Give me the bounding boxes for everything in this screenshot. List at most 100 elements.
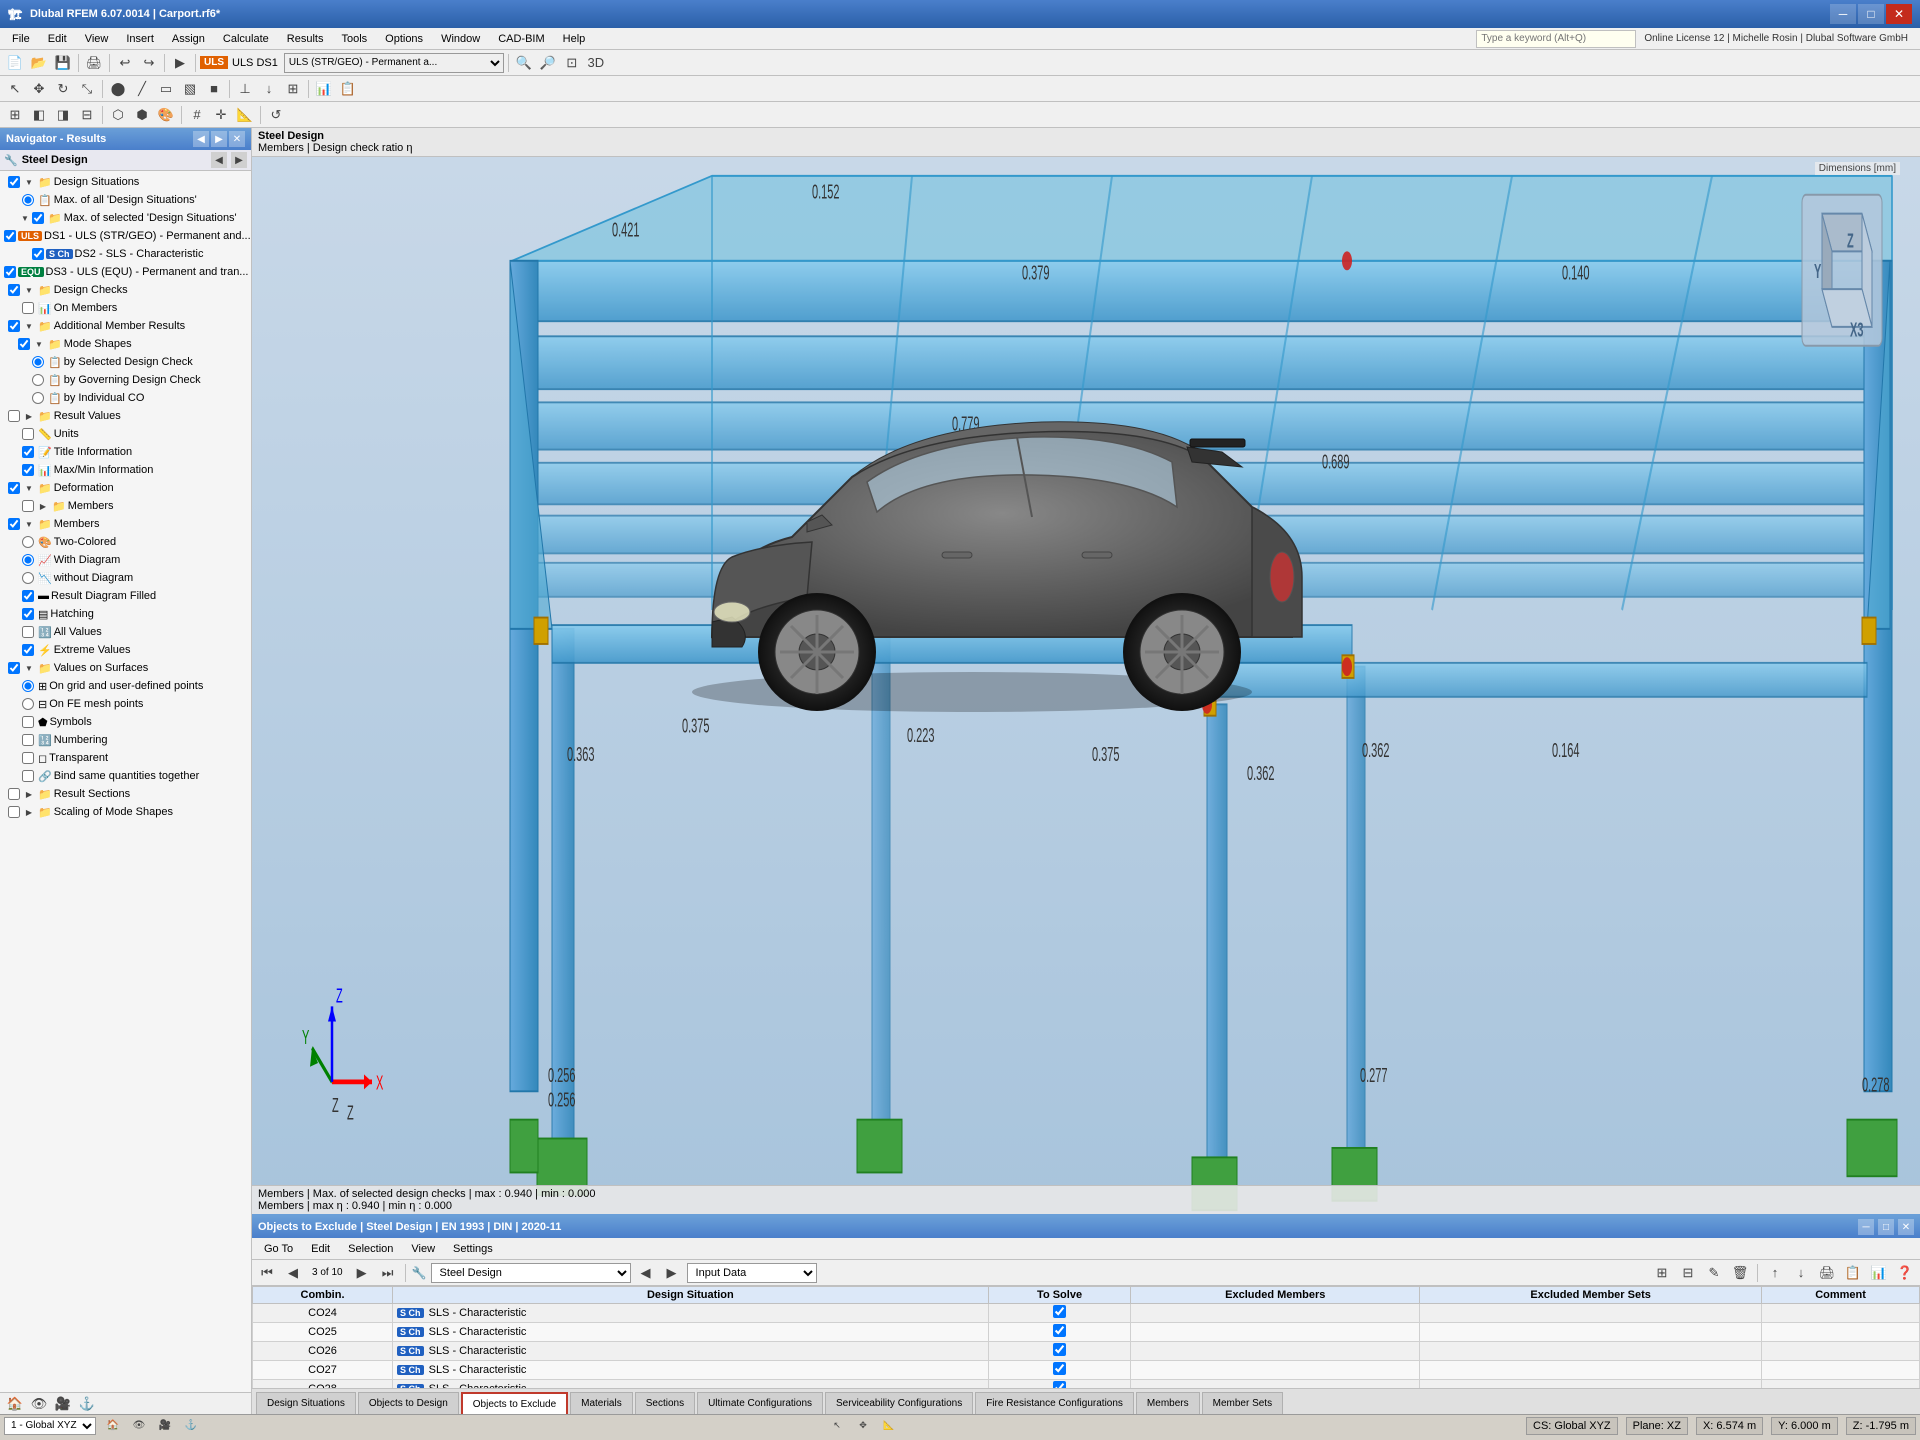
ote-action1[interactable]: ⊞ (1651, 1262, 1673, 1284)
tree-with-diagram[interactable]: 📈 With Diagram (0, 551, 251, 569)
toggle-max-selected[interactable]: ▼ (18, 211, 32, 225)
nav-fwd[interactable]: ▶ (211, 131, 227, 147)
tb-print[interactable]: 🖨 (83, 52, 105, 74)
chk-hatching[interactable] (22, 608, 34, 620)
tb2-line[interactable]: ╱ (131, 78, 153, 100)
menu-options[interactable]: Options (377, 31, 431, 47)
toggle-design-situations[interactable]: ▼ (22, 175, 36, 189)
tree-on-members[interactable]: 📊 On Members (0, 299, 251, 317)
table-row[interactable]: CO26S Ch SLS - Characteristic (253, 1342, 1920, 1361)
toggle-result-values[interactable]: ▶ (22, 409, 36, 423)
ote-view[interactable]: View (403, 1241, 443, 1257)
chk-result-values[interactable] (8, 410, 20, 422)
chk-design-checks[interactable] (8, 284, 20, 296)
tb3-side[interactable]: ◨ (52, 104, 74, 126)
chk-transparent[interactable] (22, 752, 34, 764)
cell-to-solve[interactable] (988, 1323, 1131, 1342)
viewport-3d[interactable]: X Y Z Z Z 0.152 0.421 0 (252, 157, 1920, 1214)
tb2-load[interactable]: ↓ (258, 78, 280, 100)
tb2-result[interactable]: 📊 (313, 78, 335, 100)
tree-result-filled[interactable]: ▬ Result Diagram Filled (0, 587, 251, 605)
toggle-deformation[interactable]: ▼ (22, 481, 36, 495)
nav-btn-3[interactable]: 🎥 (52, 1393, 74, 1415)
tree-max-min-info[interactable]: 📊 Max/Min Information (0, 461, 251, 479)
ote-nav-prev[interactable]: ◀ (282, 1262, 304, 1284)
chk-title-info[interactable] (22, 446, 34, 458)
tree-max-all[interactable]: 📋 Max. of all 'Design Situations' (0, 191, 251, 209)
ote-action9[interactable]: 📊 (1868, 1262, 1890, 1284)
close-button[interactable]: ✕ (1886, 4, 1912, 24)
view-cube[interactable]: X3 Y Z (1802, 195, 1882, 346)
radio-without-diagram[interactable] (22, 572, 34, 584)
radio-max-all[interactable] (22, 194, 34, 206)
ote-action3[interactable]: ✎ (1703, 1262, 1725, 1284)
tb3-measure[interactable]: 📐 (234, 104, 256, 126)
ote-nav-first[interactable]: ⏮ (256, 1262, 278, 1284)
chk-additional[interactable] (8, 320, 20, 332)
tb-undo[interactable]: ↩ (114, 52, 136, 74)
ote-action5[interactable]: ↑ (1764, 1262, 1786, 1284)
table-row[interactable]: CO24S Ch SLS - Characteristic (253, 1304, 1920, 1323)
cs-dropdown[interactable]: 1 - Global XYZ (4, 1417, 96, 1435)
tree-max-selected[interactable]: ▼ 📁 Max. of selected 'Design Situations' (0, 209, 251, 227)
tb2-node[interactable]: ⬤ (107, 78, 129, 100)
ote-close[interactable]: ✕ (1898, 1219, 1914, 1235)
tb-run[interactable]: ▶ (169, 52, 191, 74)
ote-input-dropdown[interactable]: Input Data (687, 1263, 817, 1283)
ote-goto[interactable]: Go To (256, 1241, 301, 1257)
toggle-members-top[interactable]: ▼ (22, 517, 36, 531)
chk-ds2[interactable] (32, 248, 44, 260)
toggle-additional[interactable]: ▼ (22, 319, 36, 333)
tab-members[interactable]: Members (1136, 1392, 1200, 1414)
toggle-def-members[interactable]: ▶ (36, 499, 50, 513)
chk-design-situations[interactable] (8, 176, 20, 188)
menu-assign[interactable]: Assign (164, 31, 213, 47)
chk-members-top[interactable] (8, 518, 20, 530)
chk-def-members[interactable] (22, 500, 34, 512)
chk-values-surfaces[interactable] (8, 662, 20, 674)
tb3-snap[interactable]: ✛ (210, 104, 232, 126)
tb2-combo[interactable]: ⊞ (282, 78, 304, 100)
tb3-solid2[interactable]: ⬢ (131, 104, 153, 126)
toggle-scaling[interactable]: ▶ (22, 805, 36, 819)
tree-design-checks[interactable]: ▼ 📁 Design Checks (0, 281, 251, 299)
tree-by-governing[interactable]: 📋 by Governing Design Check (0, 371, 251, 389)
radio-on-grid[interactable] (22, 680, 34, 692)
tree-scaling[interactable]: ▶ 📁 Scaling of Mode Shapes (0, 803, 251, 821)
tree-members-top[interactable]: ▼ 📁 Members (0, 515, 251, 533)
tb-fit[interactable]: ⊡ (561, 52, 583, 74)
radio-by-individual[interactable] (32, 392, 44, 404)
tree-mode-shapes[interactable]: ▼ 📁 Mode Shapes (0, 335, 251, 353)
chk-on-members[interactable] (22, 302, 34, 314)
tree-by-individual[interactable]: 📋 by Individual CO (0, 389, 251, 407)
chk-deformation[interactable] (8, 482, 20, 494)
tab-sections[interactable]: Sections (635, 1392, 695, 1414)
tb-3d[interactable]: 3D (585, 52, 607, 74)
tb3-top[interactable]: ⊟ (76, 104, 98, 126)
tree-ds1[interactable]: ULS DS1 - ULS (STR/GEO) - Permanent and.… (0, 227, 251, 245)
tab-fire-resistance[interactable]: Fire Resistance Configurations (975, 1392, 1134, 1414)
ote-action7[interactable]: 🖨 (1816, 1262, 1838, 1284)
tree-numbering[interactable]: 🔢 Numbering (0, 731, 251, 749)
tree-transparent[interactable]: ◻ Transparent (0, 749, 251, 767)
menu-insert[interactable]: Insert (118, 31, 162, 47)
tab-design-situations[interactable]: Design Situations (256, 1392, 356, 1414)
tree-design-situations[interactable]: ▼ 📁 Design Situations (0, 173, 251, 191)
ote-maximize[interactable]: □ (1878, 1219, 1894, 1235)
ote-action2[interactable]: ⊟ (1677, 1262, 1699, 1284)
tab-serviceability-conf[interactable]: Serviceability Configurations (825, 1392, 973, 1414)
tab-objects-to-design[interactable]: Objects to Design (358, 1392, 459, 1414)
chk-all-values[interactable] (22, 626, 34, 638)
tab-objects-to-exclude[interactable]: Objects to Exclude (461, 1392, 568, 1414)
tab-ultimate-conf[interactable]: Ultimate Configurations (697, 1392, 823, 1414)
nav-btn-1[interactable]: 🏠 (4, 1393, 26, 1415)
chk-scaling[interactable] (8, 806, 20, 818)
menu-window[interactable]: Window (433, 31, 488, 47)
menu-cad-bim[interactable]: CAD-BIM (490, 31, 552, 47)
chk-mode-shapes[interactable] (18, 338, 30, 350)
ds-dropdown[interactable]: ULS (STR/GEO) - Permanent a... (284, 53, 504, 73)
chk-ds3[interactable] (4, 266, 16, 278)
menu-tools[interactable]: Tools (333, 31, 375, 47)
sd-nav-fwd[interactable]: ▶ (231, 152, 247, 168)
ote-settings[interactable]: Settings (445, 1241, 501, 1257)
